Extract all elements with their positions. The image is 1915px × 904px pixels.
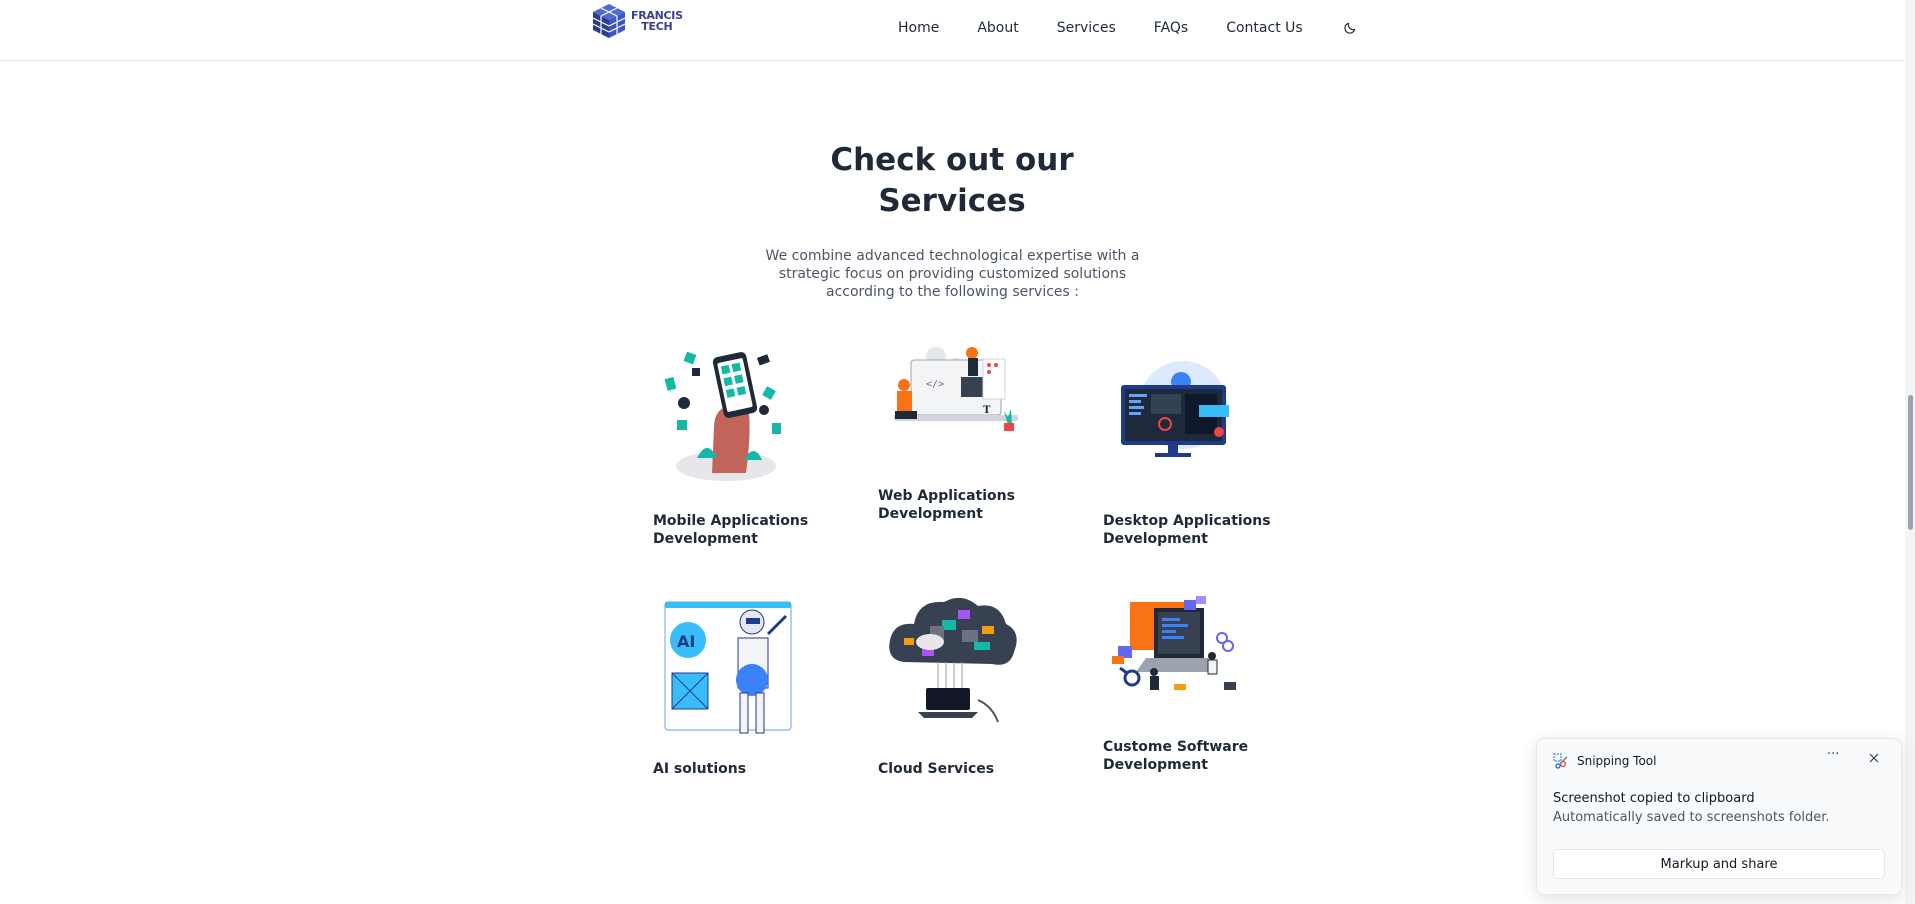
service-label-custom-software[interactable]: Custome Software Development [1103, 738, 1248, 774]
nav-services[interactable]: Services [1057, 20, 1116, 36]
service-title-line1: Custome Software [1103, 739, 1249, 755]
service-label-cloud[interactable]: Cloud Services [878, 760, 994, 778]
notification-subtext: Automatically saved to screenshots folde… [1553, 810, 1830, 825]
nav-contact[interactable]: Contact Us [1226, 20, 1302, 36]
cloud-illustration [882, 590, 1022, 729]
main-nav: Home About Services FAQs Contact Us [898, 19, 1359, 37]
ai-illustration: AI [664, 598, 794, 739]
web-app-illustration: </> T [886, 345, 1021, 439]
nav-about[interactable]: About [977, 20, 1018, 36]
logo[interactable]: FRANCIS TECH [590, 2, 683, 40]
notification-headline: Screenshot copied to clipboard [1553, 791, 1755, 806]
svg-text:</>: </> [926, 379, 944, 390]
service-title-line2: Development [878, 506, 983, 522]
service-label-ai[interactable]: AI solutions [653, 760, 746, 778]
site-header: FRANCIS TECH Home About Services FAQs Co… [0, 0, 1905, 61]
desktop-app-illustration [1113, 360, 1238, 469]
service-title-line2: Development [653, 531, 758, 547]
svg-text:T: T [983, 405, 991, 416]
logo-cube-icon [592, 4, 626, 38]
service-label-mobile[interactable]: Mobile Applications Development [653, 512, 808, 548]
section-description: We combine advanced technological expert… [765, 247, 1140, 301]
page: FRANCIS TECH Home About Services FAQs Co… [0, 0, 1915, 904]
description-line: We combine advanced technological expert… [765, 248, 1140, 264]
page-scrollbar[interactable] [1905, 0, 1915, 904]
section-title-line2: Services [878, 183, 1026, 219]
section-title-line1: Check out our [830, 142, 1074, 178]
markup-and-share-button[interactable]: Markup and share [1553, 849, 1885, 879]
service-title-line2: Development [1103, 757, 1208, 773]
description-line: strategic focus on providing customized … [778, 266, 1127, 282]
close-icon[interactable] [1867, 751, 1881, 765]
svg-text:AI: AI [677, 632, 695, 651]
service-title-line1: Web Applications [878, 488, 1015, 504]
logo-text-line2: TECH [641, 20, 673, 33]
scrollbar-thumb[interactable] [1908, 395, 1913, 530]
service-title-line1: Mobile Applications [653, 513, 809, 529]
service-title-line1: AI solutions [653, 761, 747, 777]
nav-home[interactable]: Home [898, 20, 939, 36]
service-title-line1: Cloud Services [878, 761, 995, 777]
snipping-tool-icon [1553, 753, 1568, 769]
moon-icon [1344, 22, 1355, 34]
nav-faqs[interactable]: FAQs [1154, 20, 1188, 36]
custom-software-illustration [1110, 596, 1242, 705]
service-title-line1: Desktop Applications [1103, 513, 1271, 529]
snipping-tool-notification: Snipping Tool ··· Screenshot copied to c… [1536, 738, 1902, 895]
service-title-line2: Development [1103, 531, 1208, 547]
service-label-web[interactable]: Web Applications Development [878, 487, 1015, 523]
dark-mode-toggle[interactable] [1341, 19, 1359, 37]
service-label-desktop[interactable]: Desktop Applications Development [1103, 512, 1271, 548]
more-options-icon[interactable]: ··· [1827, 747, 1839, 762]
mobile-app-illustration [652, 348, 797, 487]
notification-app-name: Snipping Tool [1577, 754, 1657, 768]
section-title: Check out our Services [802, 140, 1102, 222]
description-line: according to the following services : [826, 284, 1079, 300]
